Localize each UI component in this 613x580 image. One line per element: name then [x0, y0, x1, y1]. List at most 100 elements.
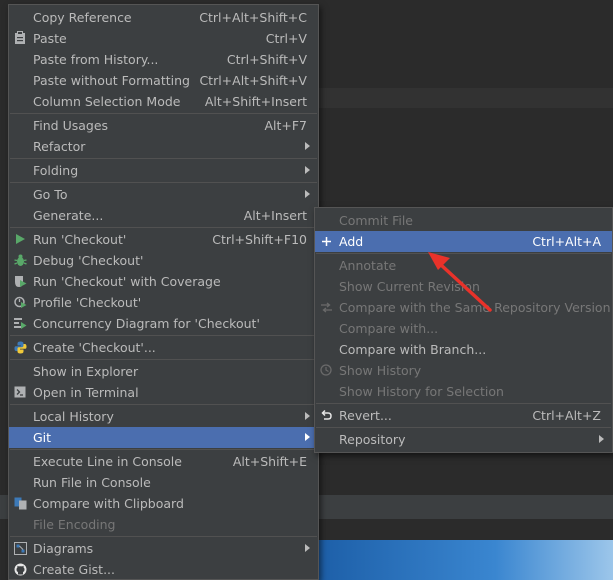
- revert-icon: [319, 408, 333, 422]
- menu-item-file-encoding[interactable]: File Encoding: [9, 514, 318, 535]
- menu-separator: [316, 427, 611, 428]
- menu-item-debug[interactable]: Debug 'Checkout': [9, 250, 318, 271]
- menu-separator: [10, 359, 317, 360]
- menu-item-local-history[interactable]: Local History: [9, 406, 318, 427]
- menu-item-label: Go To: [33, 187, 68, 202]
- editor-context-menu: Copy Reference Ctrl+Alt+Shift+C Paste Ct…: [8, 4, 319, 580]
- submenu-item-compare-with[interactable]: Compare with...: [315, 318, 612, 339]
- menu-item-label: Add: [339, 234, 364, 249]
- menu-item-label: Annotate: [339, 258, 397, 273]
- menu-item-label: Show History for Selection: [339, 384, 504, 399]
- menu-item-compare-with-clipboard[interactable]: Compare with Clipboard: [9, 493, 318, 514]
- menu-item-run-with-coverage[interactable]: Run 'Checkout' with Coverage: [9, 271, 318, 292]
- menu-item-shortcut: Ctrl+Alt+Shift+C: [199, 10, 307, 25]
- menu-item-folding[interactable]: Folding: [9, 160, 318, 181]
- menu-separator: [316, 253, 611, 254]
- menu-separator: [10, 182, 317, 183]
- submenu-item-compare-same-repo-version[interactable]: Compare with the Same Repository Version: [315, 297, 612, 318]
- menu-item-label: Copy Reference: [33, 10, 132, 25]
- menu-item-label: Show Current Revision: [339, 279, 480, 294]
- submenu-item-show-current-revision[interactable]: Show Current Revision: [315, 276, 612, 297]
- menu-item-find-usages[interactable]: Find Usages Alt+F7: [9, 115, 318, 136]
- terminal-icon: [13, 385, 27, 399]
- menu-item-go-to[interactable]: Go To: [9, 184, 318, 205]
- python-icon: [13, 340, 27, 354]
- menu-item-shortcut: Ctrl+Alt+A: [532, 234, 601, 249]
- menu-item-label: Show History: [339, 363, 422, 378]
- desktop-wallpaper: [318, 540, 613, 580]
- menu-item-shortcut: Ctrl+Shift+V: [226, 52, 307, 67]
- submenu-arrow-icon: [305, 190, 310, 198]
- menu-item-label: Open in Terminal: [33, 385, 139, 400]
- menu-item-label: Compare with Clipboard: [33, 496, 184, 511]
- menu-item-copy-reference[interactable]: Copy Reference Ctrl+Alt+Shift+C: [9, 7, 318, 28]
- menu-item-create-gist[interactable]: Create Gist...: [9, 559, 318, 580]
- menu-item-create-configuration[interactable]: Create 'Checkout'...: [9, 337, 318, 358]
- menu-separator: [10, 449, 317, 450]
- menu-item-execute-line-in-console[interactable]: Execute Line in Console Alt+Shift+E: [9, 451, 318, 472]
- menu-item-git[interactable]: Git: [9, 427, 318, 448]
- menu-item-paste-without-formatting[interactable]: Paste without Formatting Ctrl+Alt+Shift+…: [9, 70, 318, 91]
- menu-item-label: Concurrency Diagram for 'Checkout': [33, 316, 260, 331]
- submenu-item-repository[interactable]: Repository: [315, 429, 612, 450]
- menu-item-paste-from-history[interactable]: Paste from History... Ctrl+Shift+V: [9, 49, 318, 70]
- menu-separator: [10, 335, 317, 336]
- menu-item-label: Run 'Checkout' with Coverage: [33, 274, 221, 289]
- menu-item-open-in-terminal[interactable]: Open in Terminal: [9, 382, 318, 403]
- menu-item-concurrency-diagram[interactable]: Concurrency Diagram for 'Checkout': [9, 313, 318, 334]
- submenu-arrow-icon: [305, 142, 310, 150]
- menu-item-label: Show in Explorer: [33, 364, 139, 379]
- menu-item-label: Commit File: [339, 213, 413, 228]
- debug-bug-icon: [13, 253, 27, 267]
- menu-item-label: Folding: [33, 163, 79, 178]
- submenu-arrow-icon: [305, 412, 310, 420]
- submenu-item-compare-with-branch[interactable]: Compare with Branch...: [315, 339, 612, 360]
- submenu-item-add[interactable]: Add Ctrl+Alt+A: [315, 231, 612, 252]
- submenu-arrow-icon: [305, 544, 310, 552]
- menu-separator: [10, 227, 317, 228]
- menu-item-label: Column Selection Mode: [33, 94, 181, 109]
- menu-item-shortcut: Alt+Shift+E: [232, 454, 307, 469]
- concurrency-diagram-icon: [13, 316, 27, 330]
- menu-item-label: Generate...: [33, 208, 104, 223]
- profiler-icon: [13, 295, 27, 309]
- menu-item-profile[interactable]: Profile 'Checkout': [9, 292, 318, 313]
- menu-item-column-selection-mode[interactable]: Column Selection Mode Alt+Shift+Insert: [9, 91, 318, 112]
- clock-icon: [319, 363, 333, 377]
- menu-item-label: Create Gist...: [33, 562, 116, 577]
- menu-item-refactor[interactable]: Refactor: [9, 136, 318, 157]
- menu-item-label: Run File in Console: [33, 475, 151, 490]
- editor-current-line: [318, 88, 613, 108]
- menu-item-shortcut: Alt+Shift+Insert: [204, 94, 307, 109]
- menu-separator: [10, 536, 317, 537]
- menu-item-run-file-in-console[interactable]: Run File in Console: [9, 472, 318, 493]
- menu-item-run[interactable]: Run 'Checkout' Ctrl+Shift+F10: [9, 229, 318, 250]
- menu-item-label: Debug 'Checkout': [33, 253, 144, 268]
- menu-item-label: Find Usages: [33, 118, 109, 133]
- menu-item-label: Git: [33, 430, 52, 445]
- run-icon: [13, 232, 27, 246]
- menu-item-label: Compare with...: [339, 321, 439, 336]
- menu-separator: [316, 403, 611, 404]
- compare-clipboard-icon: [13, 496, 27, 510]
- submenu-item-revert[interactable]: Revert... Ctrl+Alt+Z: [315, 405, 612, 426]
- menu-item-show-in-explorer[interactable]: Show in Explorer: [9, 361, 318, 382]
- submenu-item-commit-file[interactable]: Commit File: [315, 210, 612, 231]
- menu-item-shortcut: Ctrl+V: [265, 31, 307, 46]
- menu-item-label: Local History: [33, 409, 114, 424]
- menu-item-label: Execute Line in Console: [33, 454, 182, 469]
- menu-item-label: Profile 'Checkout': [33, 295, 142, 310]
- submenu-item-annotate[interactable]: Annotate: [315, 255, 612, 276]
- menu-item-paste[interactable]: Paste Ctrl+V: [9, 28, 318, 49]
- menu-item-shortcut: Alt+Insert: [243, 208, 307, 223]
- menu-item-diagrams[interactable]: Diagrams: [9, 538, 318, 559]
- menu-item-generate[interactable]: Generate... Alt+Insert: [9, 205, 318, 226]
- menu-item-label: Paste: [33, 31, 67, 46]
- menu-item-label: Diagrams: [33, 541, 94, 556]
- compare-arrows-icon: [319, 300, 333, 314]
- submenu-item-show-history-for-selection[interactable]: Show History for Selection: [315, 381, 612, 402]
- menu-item-label: Run 'Checkout': [33, 232, 127, 247]
- submenu-item-show-history[interactable]: Show History: [315, 360, 612, 381]
- submenu-arrow-icon: [305, 433, 310, 441]
- menu-separator: [10, 404, 317, 405]
